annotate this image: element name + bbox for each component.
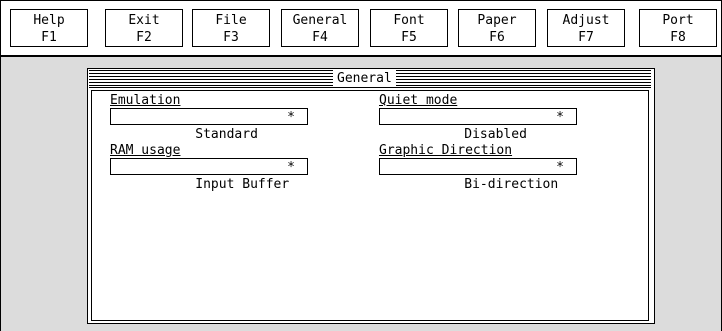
emulation-label: Emulation	[110, 93, 181, 108]
emulation-value: Standard	[195, 127, 258, 142]
fkey-shortcut: F1	[41, 30, 57, 45]
general-dialog: General Emulation Standard * Quiet mode …	[87, 68, 655, 324]
workspace-area: General Emulation Standard * Quiet mode …	[1, 56, 721, 331]
fkey-label: Paper	[477, 13, 517, 28]
f7-adjust-key[interactable]: Adjust F7	[547, 9, 625, 47]
printer-setup-screen: Help F1 Exit F2 File F3 General F4 Font …	[0, 0, 722, 331]
fkey-shortcut: F3	[223, 30, 239, 45]
dialog-title: General	[333, 70, 396, 87]
fkey-label: Exit	[128, 13, 160, 28]
ram-usage-label: RAM usage	[110, 143, 181, 158]
fkey-shortcut: F2	[136, 30, 152, 45]
fkey-shortcut: F7	[578, 30, 594, 45]
f4-general-key[interactable]: General F4	[281, 9, 359, 47]
fkey-shortcut: F8	[670, 30, 686, 45]
dialog-body: Emulation Standard * Quiet mode Disabled…	[91, 90, 649, 321]
quiet-mode-value: Disabled	[464, 127, 527, 142]
fkey-shortcut: F6	[489, 30, 505, 45]
ram-usage-value: Input Buffer	[195, 177, 290, 192]
f8-port-key[interactable]: Port F8	[639, 9, 717, 47]
graphic-direction-label: Graphic Direction	[379, 143, 513, 158]
ram-usage-select[interactable]: Input Buffer *	[110, 158, 308, 192]
select-marker-icon: *	[556, 110, 564, 125]
fkey-shortcut: F4	[312, 30, 328, 45]
f3-file-key[interactable]: File F3	[192, 9, 270, 47]
f2-exit-key[interactable]: Exit F2	[105, 9, 183, 47]
f6-paper-key[interactable]: Paper F6	[458, 9, 536, 47]
select-marker-icon: *	[287, 160, 295, 175]
fkey-label: Port	[662, 13, 694, 28]
dialog-titlebar: General	[89, 70, 651, 88]
select-marker-icon: *	[556, 160, 564, 175]
fkey-label: General	[292, 13, 348, 28]
quiet-mode-select[interactable]: Disabled *	[379, 108, 577, 142]
fkey-label: Adjust	[562, 13, 610, 28]
graphic-direction-select[interactable]: Bi-direction *	[379, 158, 577, 192]
f5-font-key[interactable]: Font F5	[370, 9, 448, 47]
f1-help-key[interactable]: Help F1	[10, 9, 88, 47]
fkey-label: Help	[33, 13, 65, 28]
function-key-bar: Help F1 Exit F2 File F3 General F4 Font …	[1, 1, 721, 56]
select-marker-icon: *	[287, 110, 295, 125]
graphic-direction-value: Bi-direction	[464, 177, 559, 192]
emulation-select[interactable]: Standard *	[110, 108, 308, 142]
fkey-shortcut: F5	[401, 30, 417, 45]
fkey-label: File	[215, 13, 247, 28]
quiet-mode-label: Quiet mode	[379, 93, 458, 108]
fkey-label: Font	[393, 13, 425, 28]
